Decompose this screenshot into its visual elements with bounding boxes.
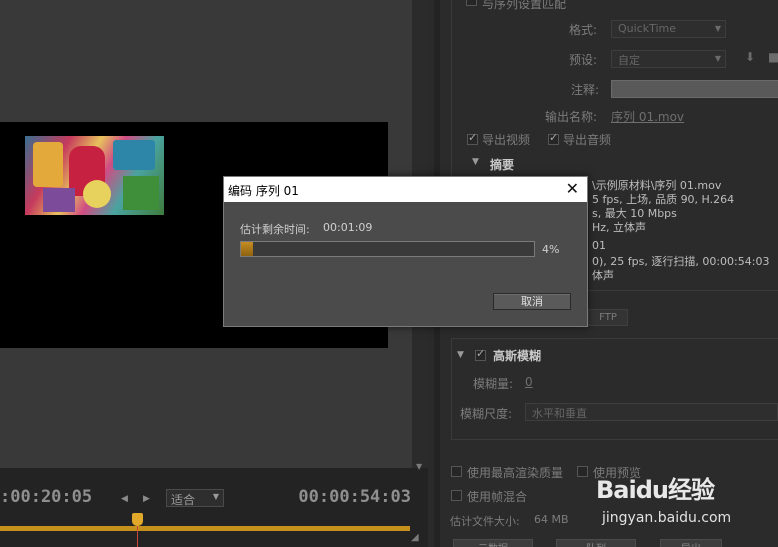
zoom-dropdown-value: 适合	[171, 493, 196, 507]
max-render-quality-label: 使用最高渲染质量	[467, 466, 564, 480]
frame-blending-label: 使用帧混合	[467, 490, 528, 504]
summary-line: Hz, 立体声	[592, 221, 647, 234]
comment-input[interactable]	[611, 80, 778, 98]
gaussian-blur-checkbox[interactable]	[475, 347, 486, 361]
eta-label: 估计剩余时间:	[240, 223, 310, 236]
step-back-icon[interactable]: ◀	[121, 494, 128, 504]
use-previews-checkbox[interactable]	[577, 466, 588, 477]
chevron-down-icon: ▼	[714, 24, 721, 33]
save-preset-icon[interactable]: ⬇	[745, 50, 755, 64]
format-dropdown-value: QuickTime	[618, 22, 677, 35]
match-sequence-checkbox[interactable]	[466, 0, 477, 6]
gaussian-blur-title: 高斯模糊	[493, 349, 542, 363]
eta-value: 00:01:09	[323, 221, 373, 234]
export-audio-checkbox[interactable]	[548, 131, 559, 145]
resize-corner-icon[interactable]: ◢	[411, 532, 419, 543]
match-sequence-label: 与序列设置匹配	[482, 0, 567, 11]
current-timecode[interactable]: :00:20:05	[0, 487, 92, 507]
blur-dimensions-label: 模糊尺度:	[460, 407, 513, 421]
progress-bar	[240, 241, 535, 257]
video-preview-image	[25, 136, 164, 215]
chevron-down-icon: ▼	[212, 492, 219, 501]
dialog-title: 编码 序列 01	[228, 184, 299, 198]
export-button[interactable]: 导出	[660, 539, 722, 547]
tab-ftp[interactable]: FTP	[588, 309, 628, 326]
watermark-url: jingyan.baidu.com	[602, 510, 732, 526]
format-label: 格式:	[569, 23, 598, 37]
close-icon[interactable]: ✕	[566, 179, 579, 198]
dialog-titlebar[interactable]: 编码 序列 01 ✕	[224, 177, 587, 202]
playhead-line	[137, 526, 138, 547]
progress-bar-fill	[241, 242, 253, 256]
baidu-watermark: Baidu经验 jingyan.baidu.com	[596, 458, 776, 528]
blur-expand-icon[interactable]: ▼	[457, 350, 464, 360]
preset-label: 预设:	[569, 53, 598, 67]
queue-button[interactable]: 队列	[556, 539, 636, 547]
format-dropdown[interactable]: QuickTime ▼	[611, 20, 726, 38]
summary-line: 体声	[592, 269, 614, 282]
progress-percent: 4%	[542, 243, 560, 256]
duration-timecode: 00:00:54:03	[298, 487, 411, 507]
summary-line: 0), 25 fps, 逐行扫描, 00:00:54:03	[592, 255, 770, 268]
comment-label: 注释:	[571, 83, 600, 97]
metadata-button[interactable]: 元数据	[453, 539, 533, 547]
zoom-dropdown[interactable]: 适合 ▼	[166, 489, 224, 507]
scroll-down-icon[interactable]: ▼	[416, 462, 422, 471]
blurriness-value[interactable]: 0	[525, 375, 533, 389]
file-size-value: 64 MB	[534, 513, 569, 526]
blurriness-label: 模糊量:	[473, 377, 514, 391]
output-name-label: 输出名称:	[545, 110, 598, 124]
step-forward-icon[interactable]: ▶	[143, 494, 150, 504]
summary-expand-icon[interactable]: ▼	[472, 157, 479, 167]
export-video-checkbox[interactable]	[467, 131, 478, 145]
frame-blending-checkbox[interactable]	[451, 490, 462, 501]
file-size-label: 估计文件大小:	[450, 515, 520, 528]
export-audio-label: 导出音频	[563, 133, 612, 147]
output-name-link[interactable]: 序列 01.mov	[611, 108, 684, 125]
preset-dropdown-value: 自定	[618, 54, 640, 67]
import-preset-icon[interactable]: ■	[768, 50, 778, 64]
scrub-bar[interactable]	[0, 526, 410, 531]
blur-dimensions-value: 水平和垂直	[532, 407, 587, 420]
export-video-label: 导出视频	[482, 133, 531, 147]
summary-line: 01	[592, 239, 606, 252]
preset-dropdown[interactable]: 自定 ▼	[611, 50, 726, 68]
chevron-down-icon: ▼	[714, 54, 721, 63]
blur-dimensions-dropdown[interactable]: 水平和垂直	[525, 403, 778, 421]
watermark-logo: Baidu经验	[596, 476, 715, 504]
encoding-dialog: 编码 序列 01 ✕ 估计剩余时间: 00:01:09 4% 取消	[223, 176, 588, 327]
cancel-button[interactable]: 取消	[493, 293, 571, 310]
max-render-quality-checkbox[interactable]	[451, 466, 462, 477]
playhead-marker[interactable]	[132, 513, 143, 526]
summary-title: 摘要	[490, 158, 515, 172]
